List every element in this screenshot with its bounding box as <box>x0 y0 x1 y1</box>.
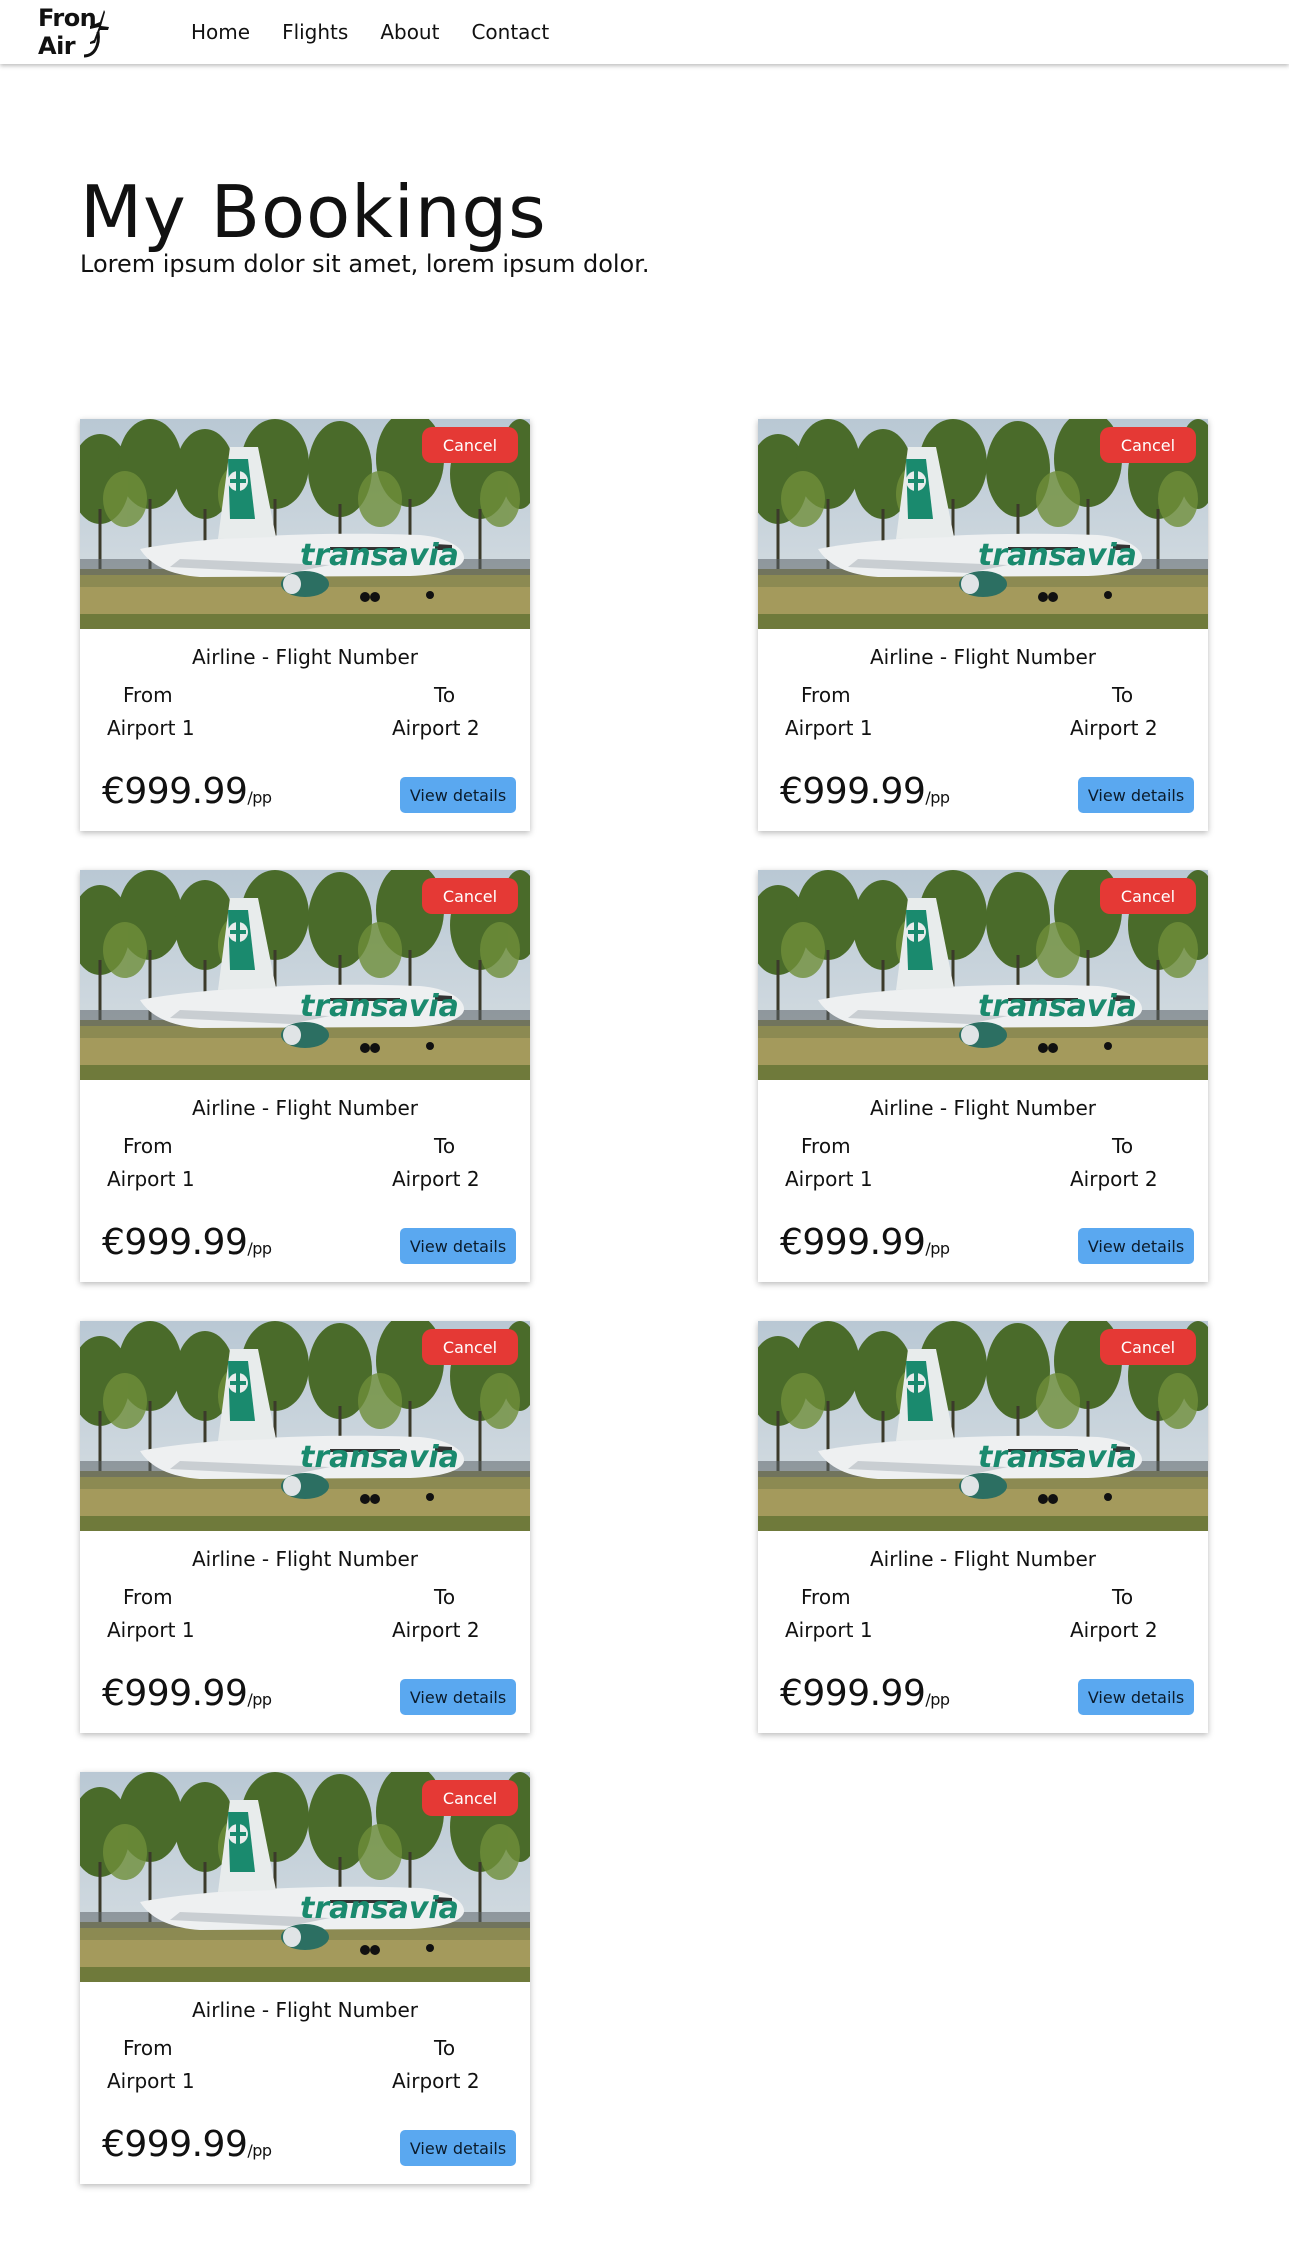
cancel-button[interactable]: Cancel <box>1100 878 1196 914</box>
flight-title: Airline - Flight Number <box>191 1998 418 2022</box>
brand-logo[interactable]: FronAir <box>38 4 148 60</box>
price-amount: €999.99 <box>102 771 248 812</box>
page-subtitle: Lorem ipsum dolor sit amet, lorem ipsum … <box>80 250 650 278</box>
price-amount: €999.99 <box>102 2124 248 2165</box>
nav-links: Home Flights About Contact <box>191 0 581 64</box>
cancel-button[interactable]: Cancel <box>422 878 518 914</box>
to-airport: Airport 2 <box>1070 1618 1158 1642</box>
price: €999.99/pp <box>102 1673 272 1714</box>
booking-card: transavia Cancel Airline - Flight Number… <box>80 1772 530 2184</box>
page-title: My Bookings <box>80 170 547 254</box>
view-details-button[interactable]: View details <box>400 1228 516 1264</box>
to-airport: Airport 2 <box>392 1167 480 1191</box>
flight-title: Airline - Flight Number <box>869 1547 1096 1571</box>
view-details-button[interactable]: View details <box>1078 777 1194 813</box>
cancel-button[interactable]: Cancel <box>1100 1329 1196 1365</box>
to-label: To <box>1112 1134 1134 1158</box>
nav-flights[interactable]: Flights <box>282 20 348 44</box>
price: €999.99/pp <box>780 1222 950 1263</box>
to-airport: Airport 2 <box>392 716 480 740</box>
price: €999.99/pp <box>780 771 950 812</box>
flight-title: Airline - Flight Number <box>191 1547 418 1571</box>
nav-contact[interactable]: Contact <box>471 20 549 44</box>
to-airport: Airport 2 <box>1070 1167 1158 1191</box>
top-navbar: FronAir Home Flights About Contact <box>0 0 1289 64</box>
livery-text: transavia <box>978 989 1137 1024</box>
price: €999.99/pp <box>780 1673 950 1714</box>
price-amount: €999.99 <box>102 1222 248 1263</box>
price-unit: /pp <box>925 1239 950 1258</box>
to-label: To <box>434 1585 456 1609</box>
price-unit: /pp <box>247 2141 272 2160</box>
cancel-button[interactable]: Cancel <box>422 1329 518 1365</box>
booking-card: transavia Cancel Airline - Flight Number… <box>758 1321 1208 1733</box>
price: €999.99/pp <box>102 771 272 812</box>
view-details-button[interactable]: View details <box>1078 1228 1194 1264</box>
price-amount: €999.99 <box>780 771 926 812</box>
from-label: From <box>123 683 173 707</box>
price-unit: /pp <box>247 1239 272 1258</box>
booking-card: transavia Cancel Airline - Flight Number… <box>758 870 1208 1282</box>
livery-text: transavia <box>978 538 1137 573</box>
from-airport: Airport 1 <box>107 716 195 740</box>
to-label: To <box>1112 683 1134 707</box>
to-label: To <box>434 1134 456 1158</box>
price: €999.99/pp <box>102 1222 272 1263</box>
cancel-button[interactable]: Cancel <box>422 1780 518 1816</box>
nav-home[interactable]: Home <box>191 20 250 44</box>
from-label: From <box>123 1134 173 1158</box>
from-airport: Airport 1 <box>107 1167 195 1191</box>
booking-card: transavia Cancel Airline - Flight Number… <box>80 419 530 831</box>
from-label: From <box>123 2036 173 2060</box>
view-details-button[interactable]: View details <box>400 2130 516 2166</box>
booking-card: transavia Cancel Airline - Flight Number… <box>80 870 530 1282</box>
flight-title: Airline - Flight Number <box>191 1096 418 1120</box>
livery-text: transavia <box>300 1440 459 1475</box>
from-airport: Airport 1 <box>785 1618 873 1642</box>
to-label: To <box>434 2036 456 2060</box>
booking-card: transavia Cancel Airline - Flight Number… <box>758 419 1208 831</box>
flight-title: Airline - Flight Number <box>869 1096 1096 1120</box>
livery-text: transavia <box>300 538 459 573</box>
livery-text: transavia <box>300 1891 459 1926</box>
from-label: From <box>123 1585 173 1609</box>
flight-title: Airline - Flight Number <box>191 645 418 669</box>
cancel-button[interactable]: Cancel <box>422 427 518 463</box>
price-amount: €999.99 <box>102 1673 248 1714</box>
view-details-button[interactable]: View details <box>400 777 516 813</box>
to-label: To <box>434 683 456 707</box>
price-unit: /pp <box>247 788 272 807</box>
from-label: From <box>801 683 851 707</box>
from-airport: Airport 1 <box>785 1167 873 1191</box>
nav-about[interactable]: About <box>380 20 439 44</box>
price-unit: /pp <box>925 788 950 807</box>
from-airport: Airport 1 <box>107 1618 195 1642</box>
from-label: From <box>801 1585 851 1609</box>
livery-text: transavia <box>300 989 459 1024</box>
to-airport: Airport 2 <box>1070 716 1158 740</box>
view-details-button[interactable]: View details <box>1078 1679 1194 1715</box>
flight-title: Airline - Flight Number <box>869 645 1096 669</box>
from-label: From <box>801 1134 851 1158</box>
view-details-button[interactable]: View details <box>400 1679 516 1715</box>
price-unit: /pp <box>925 1690 950 1709</box>
from-airport: Airport 1 <box>107 2069 195 2093</box>
cancel-button[interactable]: Cancel <box>1100 427 1196 463</box>
plane-logo-icon <box>83 10 109 58</box>
booking-card: transavia Cancel Airline - Flight Number… <box>80 1321 530 1733</box>
to-label: To <box>1112 1585 1134 1609</box>
from-airport: Airport 1 <box>785 716 873 740</box>
to-airport: Airport 2 <box>392 2069 480 2093</box>
price-amount: €999.99 <box>780 1673 926 1714</box>
price-amount: €999.99 <box>780 1222 926 1263</box>
price: €999.99/pp <box>102 2124 272 2165</box>
livery-text: transavia <box>978 1440 1137 1475</box>
to-airport: Airport 2 <box>392 1618 480 1642</box>
price-unit: /pp <box>247 1690 272 1709</box>
